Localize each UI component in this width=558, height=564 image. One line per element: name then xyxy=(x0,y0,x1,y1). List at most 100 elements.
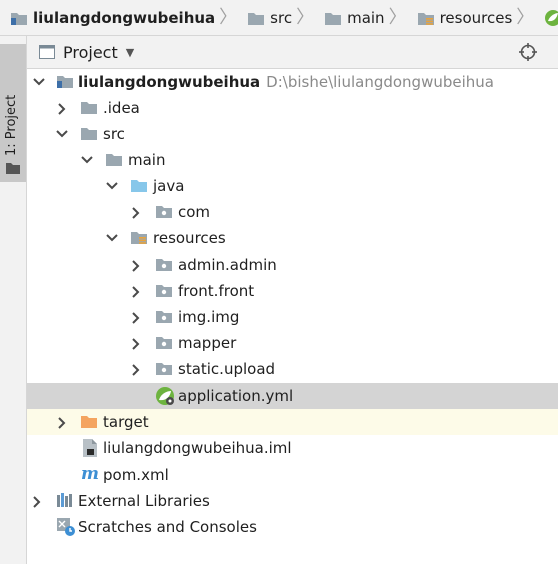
folder-icon xyxy=(106,154,122,166)
breadcrumb: liulangdongwubeihua 〉 src 〉 main 〉 resou… xyxy=(0,0,558,36)
chevron-right-icon[interactable] xyxy=(131,260,141,272)
package-icon xyxy=(156,363,172,375)
tree-node-label: .idea xyxy=(103,99,140,117)
package-icon xyxy=(156,206,172,218)
tree-node-java[interactable]: java xyxy=(27,173,558,199)
project-module-icon xyxy=(57,76,73,88)
panel-title[interactable]: Project xyxy=(63,43,118,62)
tree-node-pom[interactable]: m pom.xml xyxy=(27,462,558,488)
project-module-icon xyxy=(11,12,27,25)
chevron-down-icon[interactable] xyxy=(106,181,118,191)
view-selector-dropdown[interactable]: ▼ xyxy=(126,46,134,59)
tree-node-application-yml[interactable]: application.yml xyxy=(27,383,558,409)
breadcrumb-label: src xyxy=(270,8,293,27)
breadcrumb-item-application[interactable]: applicatio xyxy=(534,0,558,35)
spring-config-icon xyxy=(545,9,558,26)
project-tree: liulangdongwubeihua D:\bishe\liulangdongw… xyxy=(27,68,558,564)
tree-node-label: External Libraries xyxy=(78,492,210,510)
breadcrumb-item-src[interactable]: src xyxy=(237,0,292,35)
scratches-icon xyxy=(57,518,75,536)
tree-node-front[interactable]: front.front xyxy=(27,278,558,304)
tree-node-label: liulangdongwubeihua.iml xyxy=(103,439,292,457)
chevron-down-icon[interactable] xyxy=(33,77,45,87)
tree-node-resources[interactable]: resources xyxy=(27,225,558,251)
tree-node-scratches[interactable]: Scratches and Consoles xyxy=(27,514,558,540)
source-folder-icon xyxy=(131,180,147,192)
library-icon xyxy=(57,493,72,507)
project-view-icon xyxy=(39,45,55,59)
folder-icon xyxy=(81,128,97,140)
tree-node-target[interactable]: target xyxy=(27,409,558,435)
tree-node-idea[interactable]: .idea xyxy=(27,95,558,121)
tree-node-label: main xyxy=(128,151,166,169)
tree-node-mapper[interactable]: mapper xyxy=(27,330,558,356)
tree-node-label: static.upload xyxy=(178,360,276,378)
breadcrumb-separator: 〉 xyxy=(219,6,238,28)
chevron-right-icon[interactable] xyxy=(32,496,42,508)
tree-node-label: Scratches and Consoles xyxy=(78,518,257,536)
tool-window-strip: 1: Project xyxy=(0,36,27,564)
tree-node-admin[interactable]: admin.admin xyxy=(27,252,558,278)
breadcrumb-separator: 〉 xyxy=(296,6,315,28)
tree-node-label: resources xyxy=(153,229,226,247)
breadcrumb-separator: 〉 xyxy=(516,6,535,28)
tree-node-external-libraries[interactable]: External Libraries xyxy=(27,488,558,514)
tree-node-label: front.front xyxy=(178,282,255,300)
resources-folder-icon xyxy=(417,12,434,25)
package-icon xyxy=(156,311,172,323)
locate-file-icon[interactable] xyxy=(519,43,537,61)
folder-icon xyxy=(6,163,20,174)
chevron-right-icon[interactable] xyxy=(131,364,141,376)
spring-config-icon xyxy=(156,387,174,405)
tree-node-img[interactable]: img.img xyxy=(27,304,558,330)
chevron-right-icon[interactable] xyxy=(131,338,141,350)
tree-node-label: liulangdongwubeihua D:\bishe\liulangdongw… xyxy=(78,73,494,91)
tool-tab-number: 1: xyxy=(4,139,19,156)
tool-tab-text: Project xyxy=(4,94,19,140)
tree-node-label: target xyxy=(103,413,149,431)
module-file-icon xyxy=(83,439,97,457)
folder-icon xyxy=(81,102,97,114)
tree-node-root[interactable]: liulangdongwubeihua D:\bishe\liulangdongw… xyxy=(27,69,558,95)
tree-node-label: application.yml xyxy=(178,387,294,405)
chevron-right-icon[interactable] xyxy=(131,286,141,298)
tree-node-src[interactable]: src xyxy=(27,121,558,147)
chevron-right-icon[interactable] xyxy=(131,312,141,324)
chevron-down-icon[interactable] xyxy=(106,233,118,243)
project-panel-header: Project ▼ ⋮ xyxy=(27,36,558,69)
breadcrumb-item-main[interactable]: main xyxy=(314,0,385,35)
tree-node-com[interactable]: com xyxy=(27,199,558,225)
tree-node-label: src xyxy=(103,125,125,143)
project-name: liulangdongwubeihua xyxy=(78,73,261,91)
breadcrumb-label: main xyxy=(347,8,385,27)
tree-node-label: pom.xml xyxy=(103,466,169,484)
breadcrumb-item-resources[interactable]: resources xyxy=(407,0,513,35)
project-tool-tab[interactable]: 1: Project xyxy=(0,44,26,182)
chevron-right-icon[interactable] xyxy=(57,103,67,115)
tree-node-iml[interactable]: liulangdongwubeihua.iml xyxy=(27,435,558,461)
tree-node-label: admin.admin xyxy=(178,256,277,274)
resources-folder-icon xyxy=(131,232,147,244)
maven-icon: m xyxy=(81,464,99,484)
project-path: D:\bishe\liulangdongwubeihua xyxy=(266,73,494,91)
project-tool-tab-label: 1: Project xyxy=(4,95,19,156)
chevron-right-icon[interactable] xyxy=(131,207,141,219)
folder-icon xyxy=(248,12,265,25)
package-icon xyxy=(156,259,172,271)
package-icon xyxy=(156,337,172,349)
tree-node-main[interactable]: main xyxy=(27,147,558,173)
folder-icon xyxy=(325,12,342,25)
tree-node-label: com xyxy=(178,203,211,221)
chevron-right-icon[interactable] xyxy=(57,417,67,429)
breadcrumb-label: liulangdongwubeihua xyxy=(33,8,216,27)
tree-node-label: img.img xyxy=(178,308,240,326)
breadcrumb-label: resources xyxy=(439,8,513,27)
chevron-down-icon[interactable] xyxy=(56,129,68,139)
excluded-folder-icon xyxy=(81,416,97,428)
package-icon xyxy=(156,285,172,297)
breadcrumb-separator: 〉 xyxy=(388,6,407,28)
chevron-down-icon[interactable] xyxy=(81,155,93,165)
tree-node-static[interactable]: static.upload xyxy=(27,356,558,382)
tree-node-label: java xyxy=(153,177,185,195)
breadcrumb-item-project[interactable]: liulangdongwubeihua xyxy=(0,0,215,35)
